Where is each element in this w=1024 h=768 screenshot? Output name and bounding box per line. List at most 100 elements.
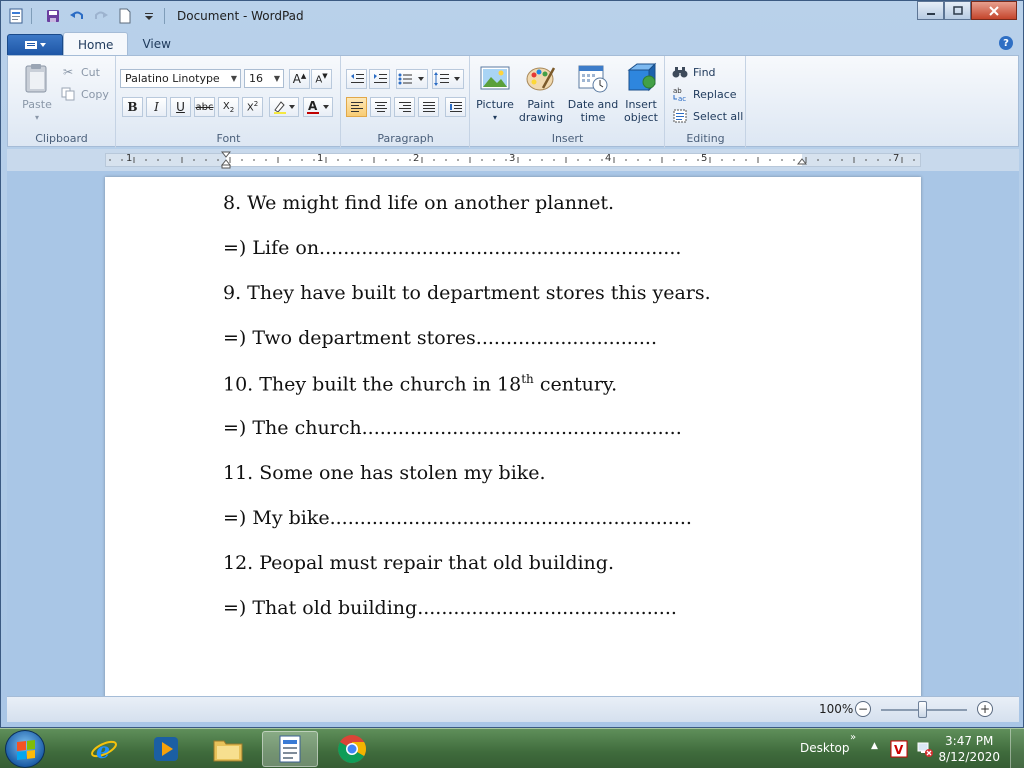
align-right-button[interactable] [394,97,415,117]
wordpad-app-icon[interactable] [7,7,25,25]
increase-indent-button[interactable] [369,69,390,89]
cut-button[interactable]: ✂ Cut [60,64,100,80]
paint-drawing-button[interactable]: Paint drawing [519,62,563,124]
antivirus-tray-icon[interactable]: V [890,740,908,758]
copy-button[interactable]: Copy [60,86,109,102]
font-size-select[interactable]: 16 ▼ [244,69,284,88]
file-explorer-task[interactable] [200,731,256,767]
zoom-out-button[interactable]: − [855,701,871,717]
right-indent-marker[interactable] [797,156,807,166]
date-time-button[interactable]: Date and time [567,62,619,124]
undo-icon[interactable] [68,7,86,25]
font-family-select[interactable]: Palatino Linotype ▼ [120,69,241,88]
align-left-icon [350,102,363,112]
show-desktop-button[interactable] [1010,729,1024,768]
shrink-font-button[interactable]: A▼ [311,69,332,89]
insert-object-button[interactable]: Insert object [621,62,661,124]
superscript-button[interactable]: X2 [242,97,263,117]
new-document-icon[interactable] [116,7,134,25]
bold-button[interactable]: B [122,97,143,117]
bullet-list-icon [398,73,424,85]
date-time-label-2: time [580,111,606,124]
subscript-button[interactable]: X2 [218,97,239,117]
internet-explorer-task[interactable]: e [76,731,132,767]
line-spacing-button[interactable] [432,69,464,89]
help-icon[interactable]: ? [999,36,1013,50]
document-line[interactable]: 12. Peopal must repair that old building… [223,552,614,574]
redo-icon[interactable] [92,7,110,25]
align-center-button[interactable] [370,97,391,117]
decrease-indent-button[interactable] [346,69,367,89]
picture-dropdown-icon: ▾ [492,113,497,122]
desktop-toolbar-label[interactable]: Desktop [800,741,850,755]
media-player-icon [154,737,178,761]
toolbar-expand-icon[interactable]: » [850,732,856,743]
replace-button[interactable]: ab ac Replace [672,86,737,102]
font-color-icon: A [307,99,329,114]
file-menu-button[interactable] [7,34,63,56]
grow-font-button[interactable]: A▲ [289,69,310,89]
maximize-button[interactable] [944,1,971,20]
text-color-button[interactable]: A [303,97,333,117]
zoom-in-button[interactable]: + [977,701,993,717]
media-player-task[interactable] [138,731,194,767]
binoculars-icon [672,64,688,80]
minimize-button[interactable] [917,1,944,20]
start-button[interactable] [5,730,45,768]
bullets-button[interactable] [396,69,428,89]
paragraph-settings-button[interactable] [445,97,466,117]
select-all-button[interactable]: Select all [672,108,743,124]
first-line-indent-marker[interactable] [221,151,231,169]
justify-button[interactable] [418,97,439,117]
document-line[interactable]: =) Two department stores................… [223,327,657,349]
window-controls [917,1,1017,20]
chrome-icon [338,735,366,763]
document-line[interactable]: =) The church...........................… [223,417,682,439]
highlight-color-button[interactable] [269,97,299,117]
document-line[interactable]: 8. We might find life on another plannet… [223,192,614,214]
ruler-label: 1 [317,153,324,164]
calendar-clock-icon [578,65,608,93]
close-button[interactable] [971,1,1017,20]
picture-button[interactable]: Picture ▾ [475,62,515,124]
wordpad-task[interactable] [262,731,318,767]
insert-group-label: Insert [551,132,584,145]
superscript-text: th [521,372,534,386]
bold-icon: B [127,100,138,114]
tab-home[interactable]: Home [63,32,129,56]
show-hidden-icons-icon[interactable]: ▲ [871,741,878,751]
network-status-icon[interactable] [916,740,934,758]
ruler[interactable]: 1 1 2 3 4 5 7 [105,151,921,169]
svg-text:V: V [894,743,904,757]
copy-icon [60,86,76,102]
underline-icon: U [176,100,185,114]
align-left-button[interactable] [346,97,367,117]
strikethrough-icon: abc [195,101,214,113]
strikethrough-button[interactable]: abc [194,97,215,117]
document-line[interactable]: =) That old building....................… [223,597,677,619]
separator [31,8,32,24]
document-line[interactable]: 9. They have built to department stores … [223,282,711,304]
document-line[interactable]: 10. They built the church in 18th centur… [223,372,617,395]
document-line[interactable]: 11. Some one has stolen my bike. [223,462,546,484]
tab-view[interactable]: View [128,32,184,56]
copy-label: Copy [81,87,109,101]
italic-button[interactable]: I [146,97,167,117]
paste-button[interactable]: Paste ▾ [18,62,56,124]
document-area[interactable]: 8. We might find life on another plannet… [7,171,1019,696]
ruler-bar: 1 1 2 3 4 5 7 [7,149,1019,171]
chrome-task[interactable] [324,731,380,767]
document-line[interactable]: =) My bike..............................… [223,507,692,529]
system-clock[interactable]: 3:47 PM 8/12/2020 [938,733,1000,765]
save-icon[interactable] [44,7,62,25]
svg-text:ac: ac [678,95,686,102]
ruler-label: 3 [509,153,516,164]
increase-indent-icon [373,74,387,83]
customize-toolbar-icon[interactable] [140,7,158,25]
find-button[interactable]: Find [672,64,716,80]
document-page[interactable]: 8. We might find life on another plannet… [105,177,921,696]
grow-font-icon: A▲ [292,72,307,86]
underline-button[interactable]: U [170,97,191,117]
zoom-slider-thumb[interactable] [918,701,927,718]
document-line[interactable]: =) Life on..............................… [223,237,681,259]
